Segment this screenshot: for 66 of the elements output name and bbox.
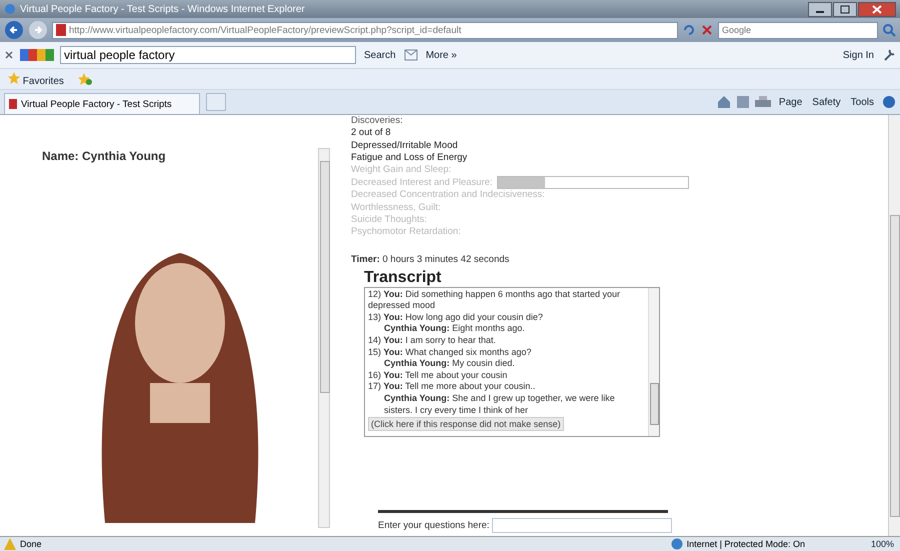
symptom-label: Depressed/Irritable Mood xyxy=(351,140,458,152)
url-text: http://www.virtualpeoplefactory.com/VirtualPeopleFactory/previewScript.php?script_id=default xyxy=(69,24,462,36)
transcript-line: Cynthia Young: My cousin died. xyxy=(383,358,516,370)
feedback-button[interactable]: (Click here if this response did not make sense) xyxy=(368,417,564,432)
more-button[interactable]: More » xyxy=(424,50,459,60)
logo-icon xyxy=(9,99,17,109)
discoveries-count: 2 out of 8 xyxy=(351,127,392,140)
transcript-line: 12) You: Did something happen 6 months ago that started your depressed mood xyxy=(368,288,621,312)
maximize-icon[interactable] xyxy=(833,2,857,16)
favorites-button[interactable]: Favorites xyxy=(6,72,66,86)
query-field[interactable]: virtual people factory xyxy=(60,46,356,64)
print-icon[interactable] xyxy=(754,96,771,108)
browser-tab[interactable]: Virtual People Factory - Test Scripts xyxy=(4,93,200,114)
minimize-icon[interactable] xyxy=(808,2,832,16)
menu-button[interactable]: Page xyxy=(776,96,804,108)
logo-icon xyxy=(56,24,66,36)
globe-icon[interactable] xyxy=(4,3,16,15)
sign-in-button[interactable]: Sign In xyxy=(840,50,876,60)
star-icon[interactable] xyxy=(8,72,20,84)
globe-icon[interactable] xyxy=(670,538,683,550)
search-field[interactable]: Google xyxy=(718,22,878,38)
symptom-label: Psychomotor Retardation: xyxy=(351,226,461,239)
search-button[interactable]: Search xyxy=(362,50,398,60)
close-icon[interactable] xyxy=(858,2,896,16)
new-tab-button[interactable] xyxy=(206,93,226,111)
back-icon[interactable] xyxy=(4,20,24,40)
transcript-line: Cynthia Young: She and I grew up together, we were like sisters. I cry every time I think of her xyxy=(383,393,616,416)
character-name: Name: Cynthia Young xyxy=(42,149,167,163)
menu-button[interactable]: Tools xyxy=(848,96,876,108)
google-logo xyxy=(20,49,54,61)
home-icon[interactable] xyxy=(716,95,731,109)
symptom-label: Decreased Interest and Pleasure: xyxy=(351,176,493,190)
menu-button[interactable]: Safety xyxy=(810,96,843,108)
zone-text: Internet | Protected Mode: On xyxy=(686,539,805,549)
scrollbar[interactable] xyxy=(888,115,900,536)
transcript-line: 15) You: What changed six months ago? xyxy=(368,346,532,358)
question-label: Enter your questions here: xyxy=(378,520,490,531)
zoom-button[interactable]: 100% xyxy=(868,539,896,549)
transcript-heading: Transcript xyxy=(364,268,442,287)
timer-text: Timer: 0 hours 3 minutes 42 seconds xyxy=(351,254,510,265)
transcript-line: 13) You: How long ago did your cousin die? xyxy=(368,312,544,324)
forward-icon[interactable] xyxy=(28,20,48,40)
transcript-line: 16) You: Tell me about your cousin xyxy=(368,370,508,382)
scrollbar[interactable] xyxy=(318,148,330,528)
transcript-line: Cynthia Young: Eight months ago. xyxy=(383,323,526,336)
close-icon[interactable] xyxy=(4,50,14,60)
symptom-label: Worthlessness, Guilt: xyxy=(351,202,441,214)
question-field[interactable] xyxy=(492,518,672,533)
add-favorite-icon[interactable] xyxy=(78,73,92,85)
symptom-label: Fatigue and Loss of Energy xyxy=(351,152,468,164)
symptom-label: Weight Gain and Sleep: xyxy=(351,164,452,176)
refresh-icon[interactable] xyxy=(682,23,696,37)
symptom-label: Suicide Thoughts: xyxy=(351,214,427,226)
transcript-line: 17) You: Tell me more about your cousin.. xyxy=(368,381,536,394)
mail-icon[interactable] xyxy=(404,49,418,61)
scrollbar[interactable] xyxy=(648,288,659,436)
wrench-icon[interactable] xyxy=(882,48,896,62)
address-field[interactable]: http://www.virtualpeoplefactory.com/VirtualPeopleFactory/previewScript.php?script_id=default xyxy=(52,22,678,38)
warning-icon[interactable] xyxy=(4,538,16,550)
transcript-line: 14) You: I am sorry to hear that. xyxy=(368,335,497,347)
stop-icon[interactable] xyxy=(700,23,714,37)
symptom-label: Decreased Concentration and Indecisiveness: xyxy=(351,189,545,202)
search-icon[interactable] xyxy=(882,23,896,37)
status-text: Done xyxy=(20,539,42,549)
window-title: Virtual People Factory - Test Scripts - Windows Internet Explorer xyxy=(20,4,305,14)
discoveries-heading: Discoveries: xyxy=(351,115,404,128)
